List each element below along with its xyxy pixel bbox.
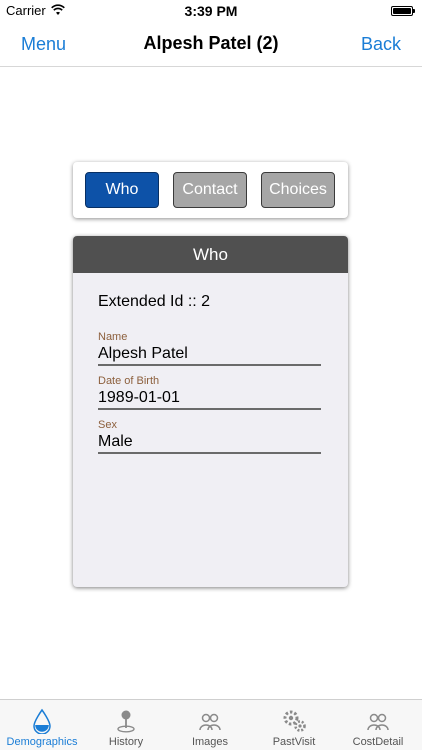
tab-costdetail[interactable]: CostDetail (336, 700, 420, 751)
sex-label: Sex (98, 419, 117, 431)
dob-value[interactable]: 1989-01-01 (98, 388, 321, 410)
drop-icon (33, 708, 51, 734)
status-bar: Carrier 3:39 PM (0, 0, 422, 22)
tab-costdetail-label: CostDetail (352, 736, 404, 748)
back-button[interactable]: Back (361, 34, 401, 55)
dob-label: Date of Birth (98, 375, 160, 387)
tab-demographics[interactable]: Demographics (0, 700, 84, 751)
battery-icon (391, 6, 413, 16)
name-label: Name (98, 331, 128, 343)
dob-field[interactable]: Date of Birth 1989-01-01 (98, 375, 321, 410)
card-header: Who (73, 236, 348, 273)
battery-tip (413, 9, 415, 13)
tab-images-label: Images (191, 736, 229, 748)
tab-history-label: History (108, 736, 144, 748)
sex-field[interactable]: Sex Male (98, 419, 321, 454)
extended-id: Extended Id :: 2 (98, 293, 211, 310)
menu-button[interactable]: Menu (21, 34, 66, 55)
gears-icon (283, 710, 306, 732)
tab-pastvisit[interactable]: PastVisit (252, 700, 336, 751)
name-value[interactable]: Alpesh Patel (98, 344, 321, 366)
who-card: Who Extended Id :: 2 Name Alpesh Patel D… (73, 236, 348, 587)
sex-value[interactable]: Male (98, 432, 321, 454)
people-icon (199, 713, 221, 731)
tab-history[interactable]: History (84, 700, 168, 751)
tab-demographics-label: Demographics (6, 736, 78, 748)
tab-images[interactable]: Images (168, 700, 252, 751)
segment-contact[interactable]: Contact (173, 172, 247, 208)
segment-control: Who Contact Choices (73, 162, 348, 218)
segment-who[interactable]: Who (85, 172, 159, 208)
tab-bar: Demographics History Images PastVisit Co… (0, 699, 422, 750)
segment-choices[interactable]: Choices (261, 172, 335, 208)
tab-pastvisit-label: PastVisit (272, 736, 316, 748)
pin-icon (117, 710, 135, 733)
name-field[interactable]: Name Alpesh Patel (98, 331, 321, 366)
status-time: 3:39 PM (184, 3, 238, 19)
nav-bar: Menu Alpesh Patel (2) Back (0, 22, 422, 67)
people-icon (367, 713, 389, 731)
